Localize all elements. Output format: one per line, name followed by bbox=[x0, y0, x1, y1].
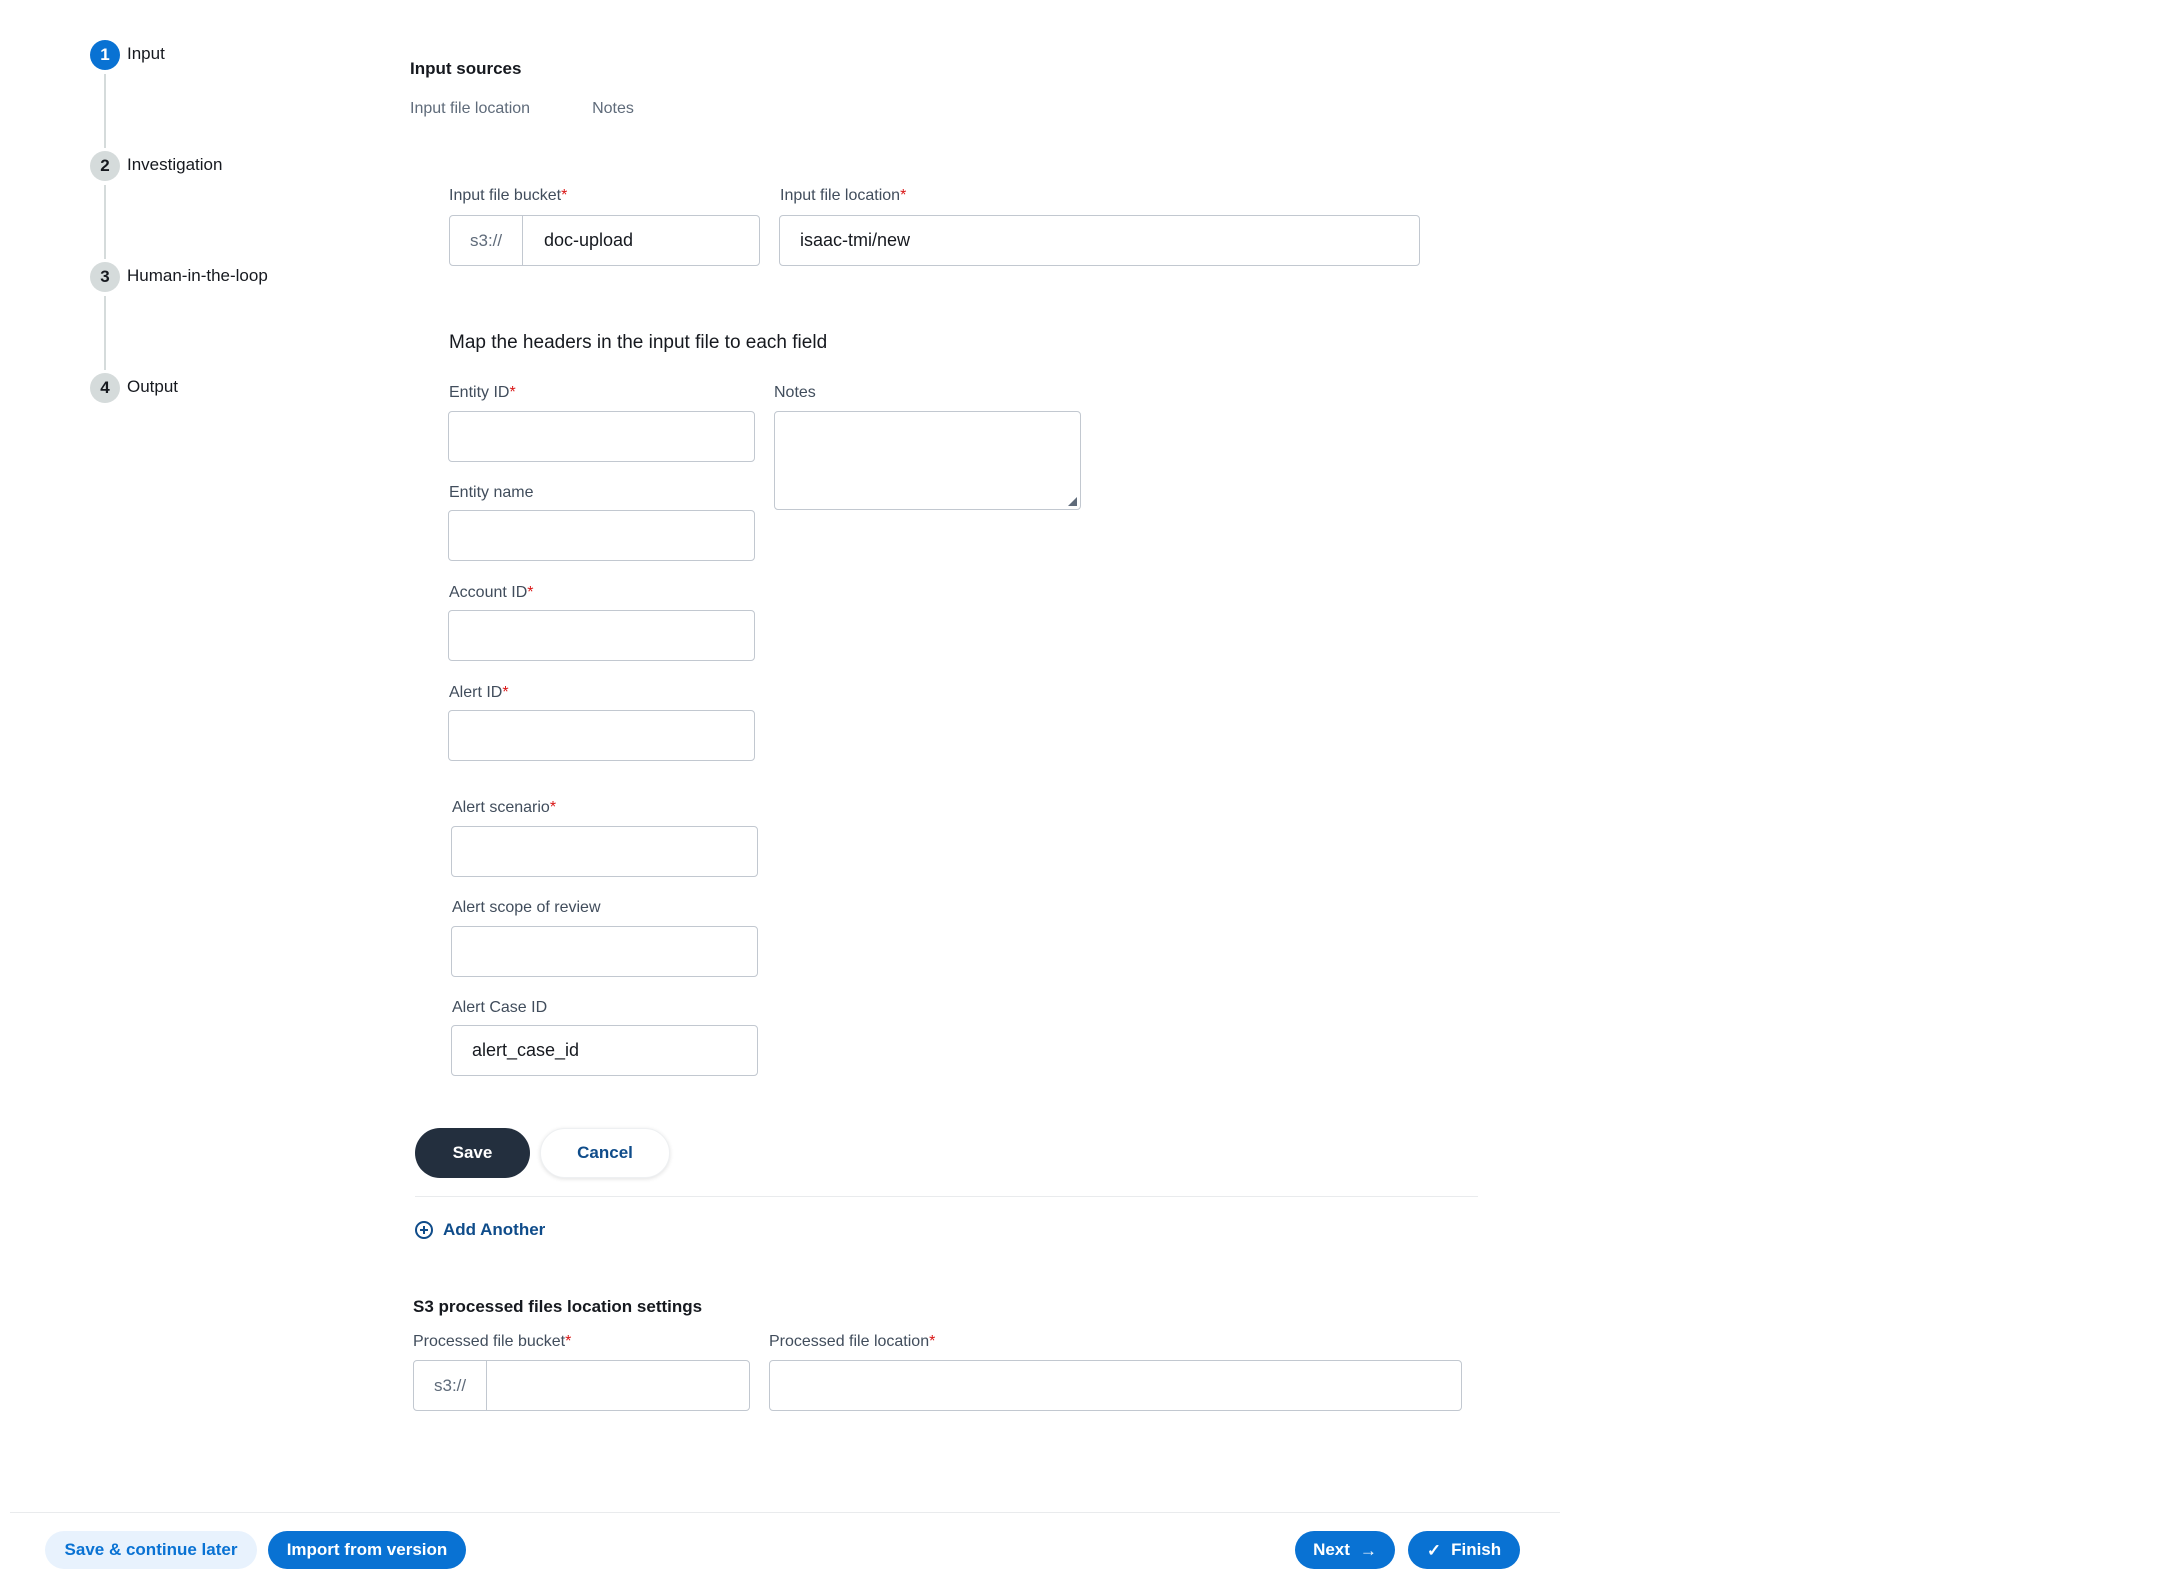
processed-settings-title: S3 processed files location settings bbox=[413, 1297, 703, 1316]
next-label: Next bbox=[1313, 1540, 1350, 1559]
entity-name-input[interactable] bbox=[448, 510, 755, 561]
save-continue-later-button[interactable]: Save & continue later bbox=[45, 1531, 257, 1569]
label-text: Input file bucket bbox=[449, 187, 562, 204]
s3-prefix: s3:// bbox=[450, 216, 523, 265]
plus-circle-icon bbox=[415, 1221, 433, 1239]
alert-scope-label: Alert scope of review bbox=[452, 899, 601, 916]
save-button[interactable]: Save bbox=[415, 1128, 530, 1178]
required-mark: * bbox=[527, 584, 534, 601]
checkmark-icon: ✓ bbox=[1426, 1540, 1442, 1560]
required-mark: * bbox=[561, 187, 568, 204]
processed-file-bucket-input[interactable] bbox=[487, 1361, 749, 1410]
required-mark: * bbox=[502, 684, 509, 701]
save-continue-label: Save & continue later bbox=[64, 1540, 238, 1559]
required-mark: * bbox=[900, 187, 907, 204]
label-text: Alert scenario bbox=[452, 799, 550, 816]
input-file-location-input[interactable]: isaac-tmi/new bbox=[779, 215, 1420, 266]
alert-scope-input[interactable] bbox=[451, 926, 758, 977]
input-file-bucket-input[interactable]: doc-upload bbox=[523, 216, 759, 265]
entity-id-label: Entity ID* bbox=[449, 384, 516, 402]
notes-textarea[interactable] bbox=[774, 411, 1081, 510]
processed-file-bucket-field[interactable]: s3:// bbox=[413, 1360, 750, 1411]
input-file-bucket-label: Input file bucket* bbox=[449, 187, 567, 205]
entity-id-input[interactable] bbox=[448, 411, 755, 462]
section-divider bbox=[415, 1196, 1478, 1197]
input-file-bucket-field[interactable]: s3:// doc-upload bbox=[449, 215, 760, 266]
label-text: Account ID bbox=[449, 584, 528, 601]
account-id-input[interactable] bbox=[448, 610, 755, 661]
alert-case-id-label: Alert Case ID bbox=[452, 999, 548, 1016]
alert-scenario-input[interactable] bbox=[451, 826, 758, 877]
alert-id-label: Alert ID* bbox=[449, 684, 509, 702]
resize-handle-icon[interactable] bbox=[1068, 497, 1077, 506]
add-another-button[interactable]: Add Another bbox=[415, 1220, 545, 1240]
add-another-label: Add Another bbox=[443, 1220, 546, 1239]
finish-button[interactable]: ✓ Finish bbox=[1408, 1531, 1520, 1569]
map-headers-heading: Map the headers in the input file to eac… bbox=[449, 332, 828, 353]
finish-label: Finish bbox=[1451, 1540, 1502, 1559]
main-content: Input sources Input file location Notes … bbox=[0, 0, 1560, 1591]
required-mark: * bbox=[565, 1333, 572, 1350]
account-id-label: Account ID* bbox=[449, 584, 534, 602]
input-file-location-label: Input file location* bbox=[780, 187, 906, 205]
alert-case-id-input[interactable]: alert_case_id bbox=[451, 1025, 758, 1076]
required-mark: * bbox=[549, 799, 557, 816]
required-mark: * bbox=[509, 384, 516, 401]
label-text: Alert ID bbox=[449, 684, 503, 701]
processed-file-location-label: Processed file location* bbox=[769, 1333, 935, 1351]
import-from-version-button[interactable]: Import from version bbox=[268, 1531, 466, 1569]
cancel-button[interactable]: Cancel bbox=[540, 1128, 670, 1178]
import-label: Import from version bbox=[286, 1540, 448, 1559]
label-text: Processed file location bbox=[769, 1333, 930, 1350]
notes-label: Notes bbox=[774, 384, 816, 401]
tab-input-file-location[interactable]: Input file location bbox=[410, 100, 530, 118]
label-text: Input file location bbox=[780, 187, 901, 204]
footer-divider bbox=[10, 1512, 1560, 1513]
label-text: Entity ID bbox=[449, 384, 510, 401]
next-button[interactable]: Next → bbox=[1295, 1531, 1395, 1569]
label-text: Processed file bucket bbox=[413, 1333, 566, 1350]
s3-prefix: s3:// bbox=[414, 1361, 487, 1410]
arrow-right-icon: → bbox=[1359, 1540, 1377, 1560]
processed-file-bucket-label: Processed file bucket* bbox=[413, 1333, 571, 1351]
input-sources-title: Input sources bbox=[410, 59, 522, 78]
alert-id-input[interactable] bbox=[448, 710, 755, 761]
input-sources-tabs: Input file location Notes bbox=[410, 100, 634, 118]
alert-scenario-label: Alert scenario* bbox=[452, 799, 556, 817]
tab-notes[interactable]: Notes bbox=[592, 100, 634, 118]
required-mark: * bbox=[929, 1333, 936, 1350]
processed-file-location-input[interactable] bbox=[769, 1360, 1462, 1411]
entity-name-label: Entity name bbox=[449, 484, 534, 501]
